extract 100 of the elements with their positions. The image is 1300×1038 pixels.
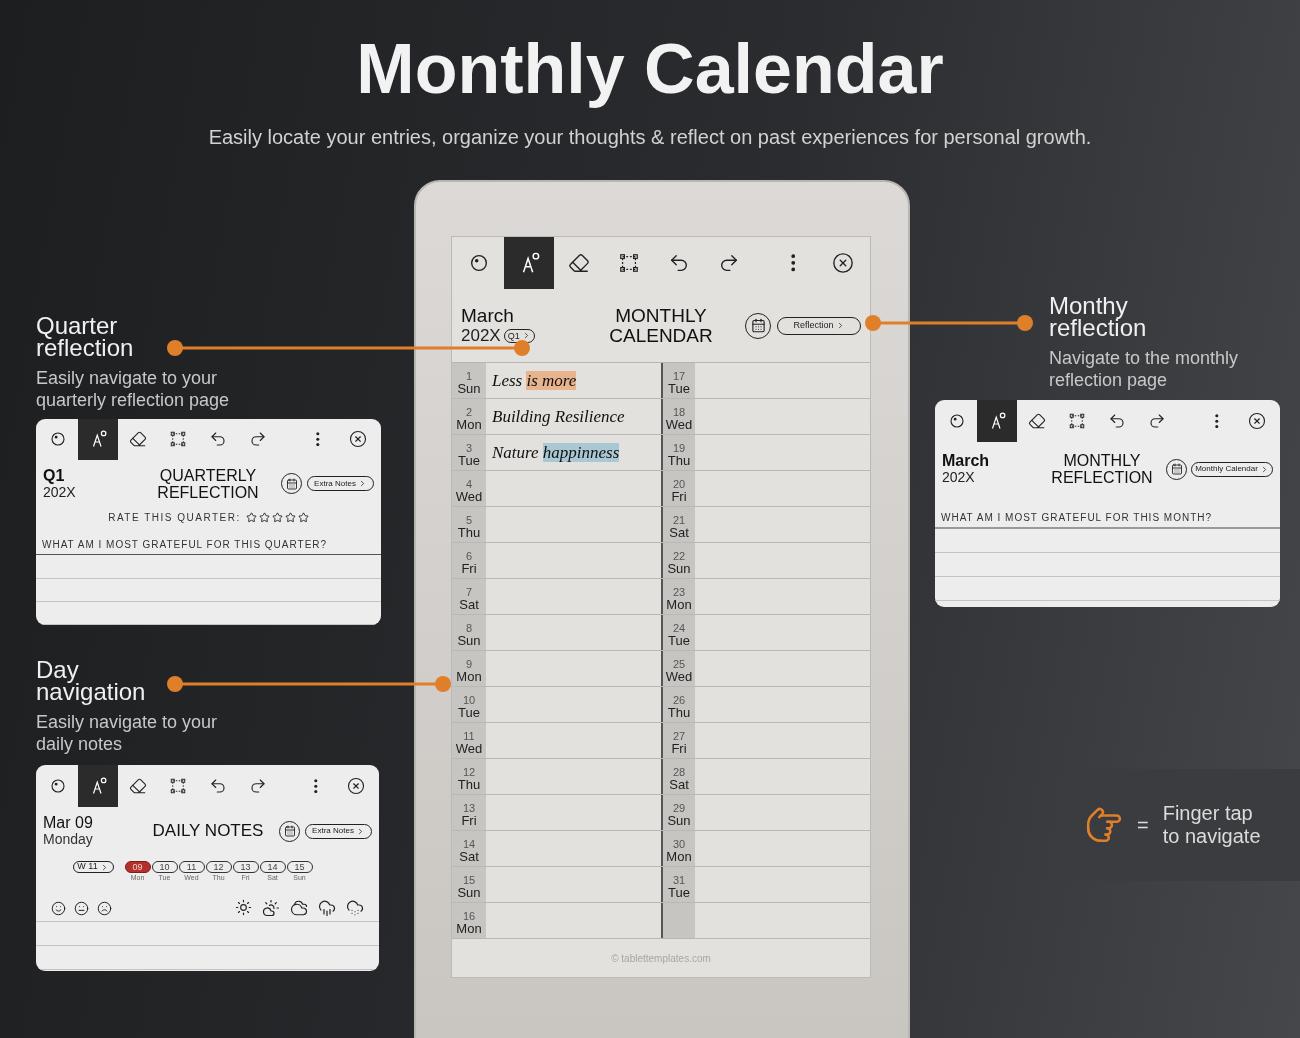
calendar-icon — [750, 318, 766, 333]
weekday-label: Mon — [456, 922, 482, 936]
page-title: Monthly Calendar — [356, 30, 944, 108]
day-number: 14 — [462, 839, 476, 850]
rating-star[interactable] — [297, 512, 309, 524]
callout-title: Monthy reflection — [1049, 295, 1148, 339]
weekday-label: Sat — [669, 778, 689, 792]
eraser-icon — [1028, 412, 1046, 430]
redo-icon — [249, 777, 267, 795]
weekday-label: Tue — [668, 634, 690, 648]
rating-label: RATE THIS QUARTER: — [108, 511, 241, 526]
weekday-label: Mon — [456, 418, 482, 432]
weekday-label: Fri — [461, 814, 477, 828]
weekday-label: Sun — [457, 634, 481, 648]
selection-icon — [618, 252, 640, 274]
day-number: 3 — [465, 443, 473, 454]
rating-star[interactable] — [271, 512, 283, 524]
day-number: 27 — [672, 731, 686, 742]
weekday-label: Tue — [458, 706, 480, 720]
handwritten-note: Building Resilience — [492, 405, 625, 428]
weekday-label: Tue — [458, 454, 480, 468]
selection-icon — [1068, 412, 1086, 430]
weekday-label: Thu — [457, 526, 481, 540]
undo-icon — [668, 252, 690, 274]
weekday-label: Tue — [668, 382, 690, 396]
tapping-hand-icon — [1085, 806, 1123, 844]
weekday-label: Sun — [667, 562, 691, 576]
sun-icon[interactable] — [235, 899, 252, 916]
selection-icon — [169, 777, 187, 795]
eraser-icon — [129, 777, 147, 795]
more-icon — [316, 432, 320, 447]
close-icon — [1248, 412, 1266, 430]
calendar-icon — [285, 477, 298, 490]
neutral-face-icon[interactable] — [74, 900, 89, 916]
undo-icon — [209, 777, 227, 795]
weekday-label: Wed — [455, 490, 483, 504]
day-number: 5 — [465, 515, 473, 526]
day-number: 8 — [465, 623, 473, 634]
day-number: 26 — [672, 695, 686, 706]
calendar-icon — [283, 825, 296, 837]
weekday-label: Mon — [666, 598, 692, 612]
sun-cloud-icon[interactable] — [262, 899, 280, 917]
weekday-label: Thu — [457, 778, 481, 792]
day-button[interactable]: 09 — [124, 861, 151, 873]
day-number: 10 — [462, 695, 476, 706]
reflection-question: WHAT AM I MOST GRATEFUL FOR THIS QUARTER? — [36, 537, 381, 556]
more-icon — [1215, 413, 1219, 429]
redo-icon — [1148, 412, 1166, 430]
close-icon — [349, 430, 367, 449]
day-number: 16 — [462, 911, 476, 922]
pen-tool-button[interactable] — [78, 419, 118, 460]
day-number: 1 — [465, 371, 473, 382]
redo-icon — [249, 430, 267, 449]
selection-icon — [169, 430, 187, 449]
hint-text: Finger tap to navigate — [1162, 802, 1262, 848]
day-number: 20 — [672, 479, 686, 490]
page-subtitle: Easily locate your entries, organize your thoughts & reflect on past experiences for personal growth. — [208, 125, 1092, 150]
pen-tool-button[interactable] — [977, 400, 1017, 442]
rain-cloud-icon[interactable] — [318, 899, 336, 917]
eraser-icon — [129, 430, 147, 449]
cloud-icon[interactable] — [290, 899, 308, 917]
day-number: 6 — [465, 551, 473, 562]
eraser-icon — [568, 252, 590, 274]
day-number: 31 — [672, 875, 686, 886]
calendar-icon — [1170, 463, 1183, 475]
date-label: Mar 09 — [43, 814, 94, 831]
pen-tool-button[interactable] — [78, 765, 118, 807]
more-icon — [790, 254, 796, 272]
day-number: 23 — [672, 587, 686, 598]
more-icon — [314, 778, 318, 794]
snow-cloud-icon[interactable] — [346, 899, 364, 917]
pen-tool-button[interactable] — [504, 237, 554, 289]
callout-title: Quarter reflection — [36, 315, 135, 359]
day-number: 13 — [462, 803, 476, 814]
rating-star[interactable] — [245, 512, 257, 524]
dot-circle-icon — [468, 252, 490, 274]
page-heading: DAILY NOTES — [151, 820, 265, 843]
month-label: March — [461, 305, 515, 326]
weekday-label: Sun — [457, 886, 481, 900]
weekday-label: Monday — [43, 831, 94, 848]
page-heading: MONTHLY REFLECTION — [1050, 452, 1154, 486]
day-number: 17 — [672, 371, 686, 382]
handwritten-note: Nature happinness — [492, 441, 620, 464]
rating-star[interactable] — [284, 512, 296, 524]
handwritten-note: Less is more — [492, 369, 577, 392]
callout-description: Easily navigate to your daily notes — [36, 711, 219, 755]
sad-face-icon[interactable] — [97, 900, 112, 916]
day-number: 25 — [672, 659, 686, 670]
rating-star[interactable] — [258, 512, 270, 524]
day-number: 15 — [462, 875, 476, 886]
year-label: 202X — [43, 483, 77, 501]
year-label: 202X — [461, 325, 501, 346]
weekday-label: Mon — [666, 850, 692, 864]
smile-face-icon[interactable] — [51, 900, 66, 916]
weekday-label: Tue — [668, 886, 690, 900]
weekday-label: Thu — [667, 454, 691, 468]
weekday-label: Wed — [665, 418, 693, 432]
quarter-label: Q1 — [43, 466, 66, 484]
day-number: 18 — [672, 407, 686, 418]
undo-icon — [209, 430, 227, 449]
